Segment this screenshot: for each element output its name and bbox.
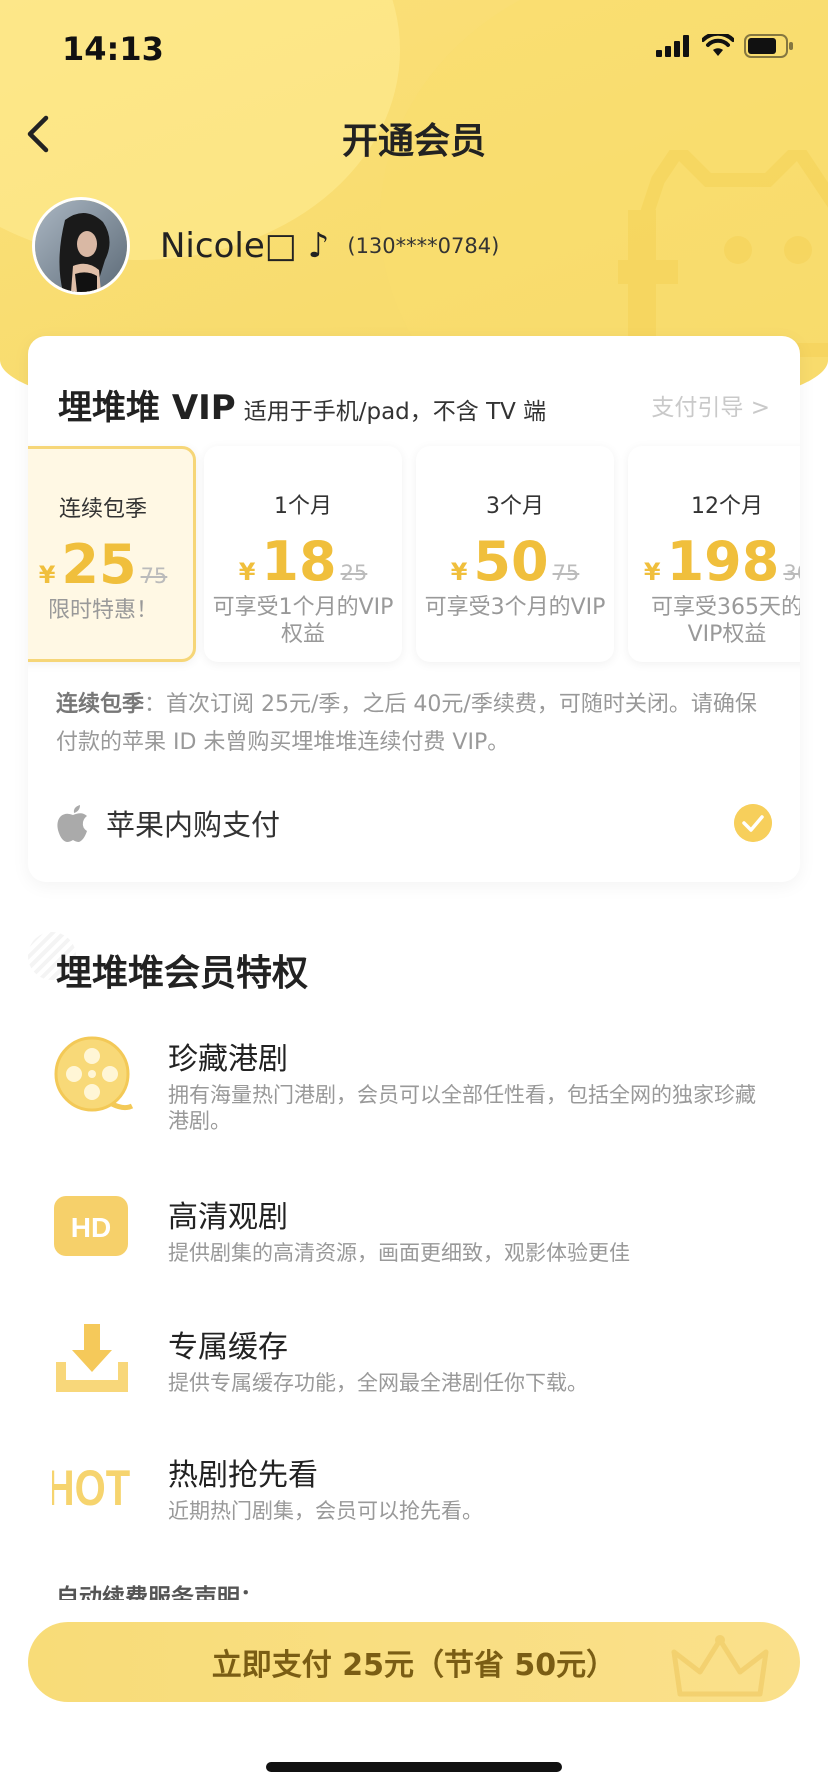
- privilege-desc: 拥有海量热门港剧，会员可以全部任性看，包括全网的独家珍藏港剧。: [168, 1083, 756, 1133]
- checkmark-icon[interactable]: [734, 804, 772, 842]
- privileges-title: 埋堆堆会员特权: [56, 953, 309, 994]
- plan-original-price: 25: [340, 561, 368, 585]
- vip-title: 埋堆堆 VIP: [58, 388, 236, 428]
- note-text: ：首次订阅 25元/季，之后 40元/季续费，可随时关闭。请确保付款的苹果 ID…: [56, 692, 757, 755]
- plan-list[interactable]: 连续包季 ¥ 25 75 限时特惠！ 1个月 ¥ 18 25 可享受1个月的VI…: [28, 446, 800, 666]
- plan-card-quarterly-auto[interactable]: 连续包季 ¥ 25 75 限时特惠！: [28, 446, 196, 662]
- crown-icon: [671, 1635, 769, 1697]
- home-indicator: [266, 1762, 562, 1772]
- currency-symbol: ¥: [450, 558, 468, 586]
- plan-desc: 限时特惠！: [47, 598, 158, 623]
- payment-guide-link[interactable]: 支付引导 >: [651, 388, 770, 422]
- nav-bar: 开通会员: [0, 100, 828, 170]
- status-time: 14:13: [62, 30, 164, 68]
- plan-card-1-month[interactable]: 1个月 ¥ 18 25 可享受1个月的VIP权益: [204, 446, 402, 662]
- plan-price-amount: 25: [61, 533, 137, 596]
- plan-desc: 可享受1个月的VIP权益: [212, 595, 394, 647]
- page-title: 开通会员: [341, 121, 486, 162]
- user-phone: (130****0784): [347, 234, 500, 258]
- privilege-desc: 提供剧集的高清资源，画面更细致，观影体验更佳: [168, 1241, 630, 1265]
- privilege-desc: 提供专属缓存功能，全网最全港剧任你下载。: [168, 1371, 588, 1395]
- hd-icon: HD: [54, 1196, 128, 1256]
- film-reel-icon: [54, 1036, 134, 1112]
- plan-price-amount: 18: [261, 530, 337, 593]
- battery-icon: [744, 34, 793, 58]
- plan-original-price: 30: [783, 561, 800, 585]
- privilege-title: 热剧抢先看: [168, 1458, 318, 1493]
- privilege-title: 珍藏港剧: [168, 1042, 288, 1077]
- plan-card-12-month[interactable]: 12个月 ¥ 198 30 可享受365天的VIP权益: [628, 446, 800, 662]
- plan-price-amount: 198: [666, 530, 780, 593]
- payment-method-label: 苹果内购支付: [106, 808, 281, 842]
- pay-now-label: 立即支付 25元（节省 50元）: [211, 1648, 617, 1683]
- wifi-icon: [702, 34, 734, 56]
- plan-original-price: 75: [552, 561, 580, 585]
- user-info: Nicole□ ♪ (130****0784): [32, 196, 499, 296]
- signal-icon: [656, 35, 689, 57]
- apple-logo-icon: [57, 805, 87, 842]
- status-bar: 14:13: [0, 0, 828, 96]
- avatar[interactable]: [32, 197, 130, 295]
- plan-name: 3个月: [486, 494, 544, 519]
- plan-desc: 可享受365天的VIP权益: [651, 595, 800, 647]
- subscription-note: 连续包季：首次订阅 25元/季，之后 40元/季续费，可随时关闭。请确保付款的苹…: [56, 686, 776, 762]
- plan-card-3-month[interactable]: 3个月 ¥ 50 75 可享受3个月的VIP: [416, 446, 614, 662]
- privilege-title: 高清观剧: [168, 1200, 288, 1235]
- plan-price: ¥ 50 75: [416, 530, 614, 594]
- vip-purchase-card: 埋堆堆 VIP 适用于手机/pad，不含 TV 端 支付引导 > 连续包季 ¥ …: [28, 336, 800, 882]
- vip-subtitle: 适用于手机/pad，不含 TV 端: [243, 399, 547, 425]
- svg-text:HOT: HOT: [52, 1460, 131, 1516]
- plan-name: 1个月: [274, 494, 332, 519]
- plan-desc: 可享受3个月的VIP: [424, 595, 606, 620]
- plan-price: ¥ 25 75: [28, 533, 193, 597]
- plan-name: 连续包季: [58, 497, 147, 522]
- privilege-desc: 近期热门剧集，会员可以抢先看。: [168, 1499, 483, 1523]
- hot-icon: HOT: [52, 1460, 131, 1516]
- plan-original-price: 75: [140, 564, 168, 588]
- download-icon: [56, 1324, 128, 1392]
- currency-symbol: ¥: [238, 558, 256, 586]
- plan-price-amount: 50: [473, 530, 549, 593]
- plan-price: ¥ 18 25: [204, 530, 402, 594]
- pay-now-button[interactable]: 立即支付 25元（节省 50元）: [28, 1622, 800, 1702]
- currency-symbol: ¥: [38, 561, 56, 589]
- user-name: Nicole□ ♪: [160, 226, 330, 266]
- note-label: 连续包季: [56, 692, 145, 717]
- privilege-title: 专属缓存: [168, 1330, 288, 1365]
- payment-method-apple[interactable]: 苹果内购支付: [56, 798, 772, 848]
- plan-name: 12个月: [691, 494, 763, 519]
- currency-symbol: ¥: [643, 558, 661, 586]
- plan-price: ¥ 198 30: [628, 530, 800, 594]
- svg-text:HD: HD: [71, 1212, 111, 1243]
- status-icons: [656, 34, 794, 58]
- card-header: 埋堆堆 VIP 适用于手机/pad，不含 TV 端: [58, 380, 546, 429]
